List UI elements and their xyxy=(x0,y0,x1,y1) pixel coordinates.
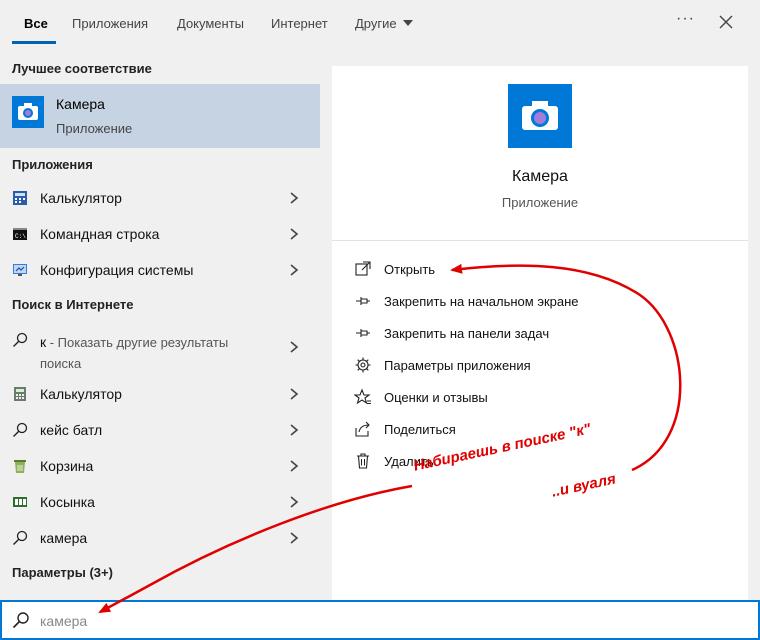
camera-icon xyxy=(12,96,44,128)
web-search-more-item[interactable]: к - Показать другие результаты поиска xyxy=(0,320,320,376)
section-apps: Приложения xyxy=(12,157,93,172)
active-tab-indicator xyxy=(12,41,56,44)
web-item-recycle-bin[interactable]: Корзина xyxy=(0,448,320,484)
tab-apps[interactable]: Приложения xyxy=(72,16,148,31)
search-icon xyxy=(13,530,28,545)
system-config-icon xyxy=(13,264,27,276)
chevron-right-icon[interactable] xyxy=(288,423,300,437)
details-title: Камера xyxy=(512,168,568,185)
pin-icon xyxy=(356,329,370,337)
search-filter-bar: Все Приложения Документы Интернет Другие… xyxy=(0,0,760,48)
star-icon xyxy=(354,388,371,405)
action-label: Поделиться xyxy=(384,422,456,437)
open-icon xyxy=(355,261,371,276)
chevron-right-icon[interactable] xyxy=(288,227,300,241)
action-label: Открыть xyxy=(384,262,436,277)
web-item-label: кейс батл xyxy=(40,422,103,438)
web-item-calculator[interactable]: Калькулятор xyxy=(0,376,320,412)
solitaire-icon xyxy=(13,497,27,507)
divider xyxy=(332,240,748,241)
best-match-name: Камера xyxy=(56,96,105,112)
chevron-right-icon[interactable] xyxy=(288,191,300,205)
section-settings[interactable]: Параметры (3+) xyxy=(12,565,113,580)
web-suffix: - Показать другие результаты поиска xyxy=(40,335,229,371)
gear-icon xyxy=(355,357,371,373)
action-pin-start[interactable]: Закрепить на начальном экране xyxy=(354,290,734,316)
camera-icon xyxy=(508,84,572,148)
tab-internet[interactable]: Интернет xyxy=(271,16,328,31)
app-item-command-prompt[interactable]: C:\ Командная строка xyxy=(0,216,320,252)
search-icon xyxy=(13,332,28,347)
chevron-down-icon xyxy=(402,20,413,26)
web-item-label: камера xyxy=(40,530,88,546)
app-item-label: Командная строка xyxy=(40,226,160,242)
chevron-right-icon[interactable] xyxy=(288,340,300,354)
app-item-calculator[interactable]: Калькулятор xyxy=(0,180,320,216)
chevron-right-icon[interactable] xyxy=(288,531,300,545)
recycle-bin-icon xyxy=(14,460,26,473)
action-app-settings[interactable]: Параметры приложения xyxy=(354,354,734,380)
app-item-label: Калькулятор xyxy=(40,190,122,206)
svg-text:C:\: C:\ xyxy=(15,233,26,240)
action-label: Закрепить на начальном экране xyxy=(384,294,579,309)
best-match-item[interactable]: Камера Приложение xyxy=(0,84,320,148)
search-icon xyxy=(12,612,29,629)
best-match-type: Приложение xyxy=(56,121,133,136)
calculator-icon xyxy=(13,191,27,205)
chevron-right-icon[interactable] xyxy=(288,495,300,509)
action-rate-review[interactable]: Оценки и отзывы xyxy=(354,386,734,412)
tab-other[interactable]: Другие xyxy=(355,16,413,31)
tab-documents[interactable]: Документы xyxy=(177,16,244,31)
trash-icon xyxy=(357,453,369,469)
action-open[interactable]: Открыть xyxy=(354,258,734,284)
action-pin-taskbar[interactable]: Закрепить на панели задач xyxy=(354,322,734,348)
web-item-label: Калькулятор xyxy=(40,386,122,402)
action-label: Оценки и отзывы xyxy=(384,390,488,405)
action-uninstall[interactable]: Удалить xyxy=(354,450,734,476)
more-icon[interactable]: ··· xyxy=(676,10,695,28)
chevron-right-icon[interactable] xyxy=(288,263,300,277)
share-icon xyxy=(355,421,370,437)
tab-all[interactable]: Все xyxy=(24,16,48,31)
web-search-more-label: к - Показать другие результаты поиска xyxy=(40,332,270,374)
details-panel: Камера Приложение Открыть Закрепить на н… xyxy=(332,66,748,600)
web-item-camera[interactable]: камера xyxy=(0,520,320,556)
action-label: Закрепить на панели задач xyxy=(384,326,550,341)
calculator-icon xyxy=(14,387,26,401)
section-web-search: Поиск в Интернете xyxy=(12,297,134,312)
section-best-match: Лучшее соответствие xyxy=(12,61,152,76)
chevron-right-icon[interactable] xyxy=(288,459,300,473)
web-item-case-battle[interactable]: кейс батл xyxy=(0,412,320,448)
command-prompt-icon: C:\ xyxy=(13,228,27,240)
close-icon[interactable] xyxy=(716,12,736,32)
pin-icon xyxy=(356,297,370,305)
web-item-label: Косынка xyxy=(40,494,95,510)
search-input[interactable] xyxy=(40,610,640,632)
app-item-system-config[interactable]: Конфигурация системы xyxy=(0,252,320,288)
app-item-label: Конфигурация системы xyxy=(40,262,194,278)
web-item-label: Корзина xyxy=(40,458,94,474)
details-subtitle: Приложение xyxy=(501,195,579,210)
tab-other-label: Другие xyxy=(355,16,397,31)
action-label: Параметры приложения xyxy=(384,358,531,373)
search-box[interactable] xyxy=(0,600,760,640)
search-icon xyxy=(13,422,28,437)
web-item-solitaire[interactable]: Косынка xyxy=(0,484,320,520)
chevron-right-icon[interactable] xyxy=(288,387,300,401)
